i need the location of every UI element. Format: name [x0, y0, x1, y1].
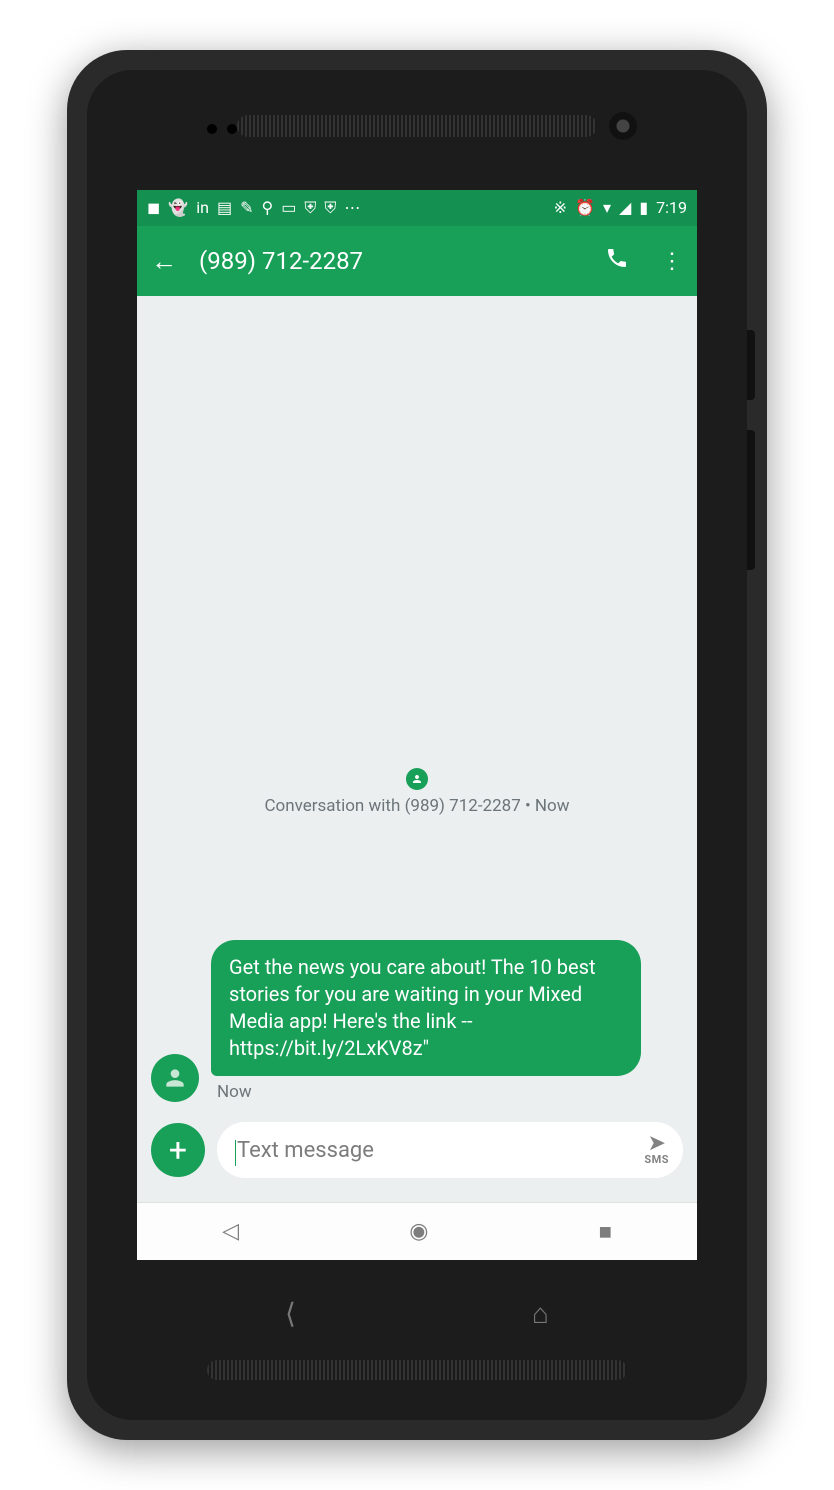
composer: + Text message ➤ SMS [151, 1116, 683, 1188]
conversation-title[interactable]: (989) 712-2287 [199, 247, 583, 275]
linkedin-icon: in [196, 200, 209, 216]
front-camera [609, 112, 637, 140]
input-placeholder: Text message [237, 1138, 374, 1163]
speaker-grille-bottom [207, 1360, 627, 1380]
send-button[interactable]: ➤ SMS [644, 1134, 669, 1167]
battery-icon: ▮ [639, 200, 648, 216]
message-input[interactable]: Text message ➤ SMS [217, 1122, 683, 1178]
phone-bezel: ◼ 👻 in ▤ ✎ ⚲ ▭ ⛨ ⛨ ⋯ ※ ⏰ ▾ ◢ ▮ [87, 70, 747, 1420]
sensor-dot [227, 124, 237, 134]
android-nav-bar: ◁ ◉ ■ [137, 1202, 697, 1260]
hw-back-icon: ⟨ [285, 1297, 296, 1330]
location-icon: ⚲ [261, 200, 273, 216]
contact-chip-icon [406, 768, 428, 790]
speaker-grille-top [237, 115, 597, 137]
send-label: SMS [644, 1153, 669, 1166]
status-left-icons: ◼ 👻 in ▤ ✎ ⚲ ▭ ⛨ ⛨ ⋯ [147, 200, 360, 216]
feather-icon: ✎ [240, 200, 253, 216]
status-right-icons: ※ ⏰ ▾ ◢ ▮ 7:19 [554, 200, 687, 216]
back-softkey-icon[interactable]: ◁ [222, 1219, 239, 1244]
screen: ◼ 👻 in ▤ ✎ ⚲ ▭ ⛨ ⛨ ⋯ ※ ⏰ ▾ ◢ ▮ [137, 190, 697, 1260]
conversation-header-text: Conversation with (989) 712-2287 • Now [151, 796, 683, 816]
book-icon: ▤ [217, 200, 232, 216]
hardware-nav: ⟨ ⌂ [167, 1297, 667, 1330]
more-icon: ⋯ [344, 200, 360, 216]
message-row: Get the news you care about! The 10 best… [151, 940, 683, 1102]
power-button-hw [747, 330, 755, 400]
back-arrow-icon[interactable]: ← [151, 246, 177, 277]
clock-text: 7:19 [656, 200, 687, 216]
status-bar: ◼ 👻 in ▤ ✎ ⚲ ▭ ⛨ ⛨ ⋯ ※ ⏰ ▾ ◢ ▮ [137, 190, 697, 226]
sender-avatar[interactable] [151, 1054, 199, 1102]
home-softkey-icon[interactable]: ◉ [409, 1219, 428, 1244]
message-timestamp: Now [217, 1082, 641, 1102]
bluetooth-icon: ※ [554, 200, 567, 216]
cart-icon: ⛨ [324, 200, 336, 216]
send-arrow-icon: ➤ [647, 1134, 665, 1154]
app-icon: ◼ [147, 200, 160, 216]
phone-frame: ◼ 👻 in ▤ ✎ ⚲ ▭ ⛨ ⛨ ⋯ ※ ⏰ ▾ ◢ ▮ [67, 50, 767, 1440]
snapchat-icon: 👻 [168, 200, 188, 216]
conversation-header: Conversation with (989) 712-2287 • Now [151, 768, 683, 816]
app-bar: ← (989) 712-2287 ⋮ [137, 226, 697, 296]
attach-button[interactable]: + [151, 1123, 205, 1177]
hw-home-icon: ⌂ [532, 1297, 549, 1330]
call-icon[interactable] [605, 246, 629, 276]
wifi-icon: ▾ [603, 200, 611, 216]
volume-rocker-hw [747, 430, 755, 570]
sensor-dot [207, 124, 217, 134]
cart-icon: ⛨ [304, 200, 316, 216]
alarm-icon: ⏰ [575, 200, 595, 216]
message-bubble[interactable]: Get the news you care about! The 10 best… [211, 940, 641, 1076]
chat-body[interactable]: Conversation with (989) 712-2287 • Now G… [137, 296, 697, 1202]
overflow-menu-icon[interactable]: ⋮ [661, 249, 683, 274]
signal-icon: ◢ [619, 200, 631, 216]
doc-icon: ▭ [281, 200, 296, 216]
recents-softkey-icon[interactable]: ■ [599, 1219, 612, 1245]
